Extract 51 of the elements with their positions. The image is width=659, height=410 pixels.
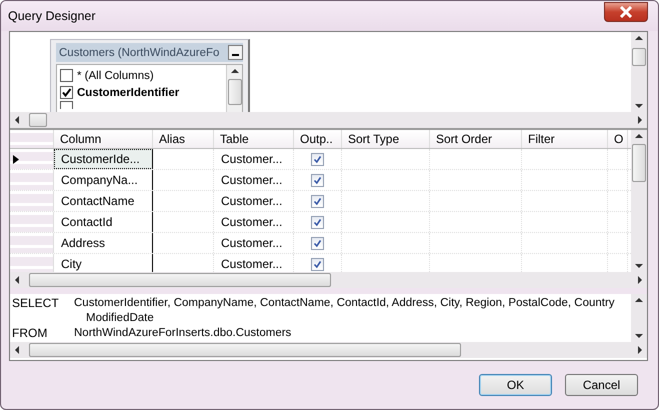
column-header[interactable]: Column	[54, 130, 153, 148]
column-checkbox[interactable]	[60, 69, 73, 82]
ok-button[interactable]: OK	[479, 374, 552, 396]
table-cell[interactable]: ContactName	[54, 191, 153, 211]
output-checkbox[interactable]	[311, 174, 324, 186]
horizontal-scrollbar[interactable]	[10, 342, 647, 358]
table-cell[interactable]: Customer...	[214, 233, 294, 253]
table-panel[interactable]: Customers (NorthWindAzureFo * (All Columns) CustomerIdentifier	[50, 39, 250, 112]
column-name: CustomerIdentifier	[77, 86, 180, 98]
output-checkbox[interactable]	[311, 236, 324, 250]
window-title: Query Designer	[8, 9, 96, 23]
column-header[interactable]: Alias	[153, 130, 214, 148]
column-name: * (All Columns)	[77, 70, 154, 82]
column-checkbox[interactable]	[60, 86, 73, 99]
table-cell[interactable]: Customer...	[214, 170, 294, 190]
table-cell[interactable]: Customer...	[214, 149, 294, 169]
table-title: Customers (NorthWindAzureFo	[59, 46, 220, 58]
table-cell[interactable]: Customer...	[214, 191, 294, 211]
horizontal-scrollbar[interactable]	[10, 272, 647, 288]
horizontal-scrollbar[interactable]	[10, 112, 647, 128]
vertical-scrollbar[interactable]	[226, 65, 242, 112]
output-checkbox[interactable]	[311, 258, 324, 270]
row-header[interactable]	[10, 149, 54, 169]
current-row-icon	[13, 154, 19, 164]
column-header[interactable]: Sort Order	[430, 130, 522, 148]
sql-text: ModifiedDate	[85, 311, 155, 326]
column-header[interactable]: Sort Type	[342, 130, 430, 148]
sql-text: NorthWindAzureForInserts.dbo.Customers	[74, 326, 292, 341]
column-header[interactable]: Table	[214, 130, 294, 148]
column-header[interactable]: Filter	[522, 130, 608, 148]
sql-keyword: SELECT	[12, 296, 60, 312]
output-checkbox[interactable]	[311, 216, 324, 228]
vertical-scrollbar[interactable]	[631, 294, 647, 342]
grid-corner	[10, 130, 54, 148]
sql-text: CustomerIdentifier, CompanyName, ContactName, ContactId, Address, City, Region, PostalCode, Country	[74, 296, 615, 311]
output-checkbox[interactable]	[311, 152, 324, 166]
vertical-scrollbar[interactable]	[631, 32, 647, 112]
table-cell[interactable]: CustomerIde...	[54, 149, 153, 169]
close-icon	[619, 6, 633, 18]
minimize-button[interactable]	[228, 45, 243, 60]
vertical-scrollbar[interactable]	[631, 130, 647, 272]
column-header[interactable]: O	[608, 130, 628, 148]
close-button[interactable]	[604, 2, 648, 22]
table-cell[interactable]: CompanyNa...	[54, 170, 153, 190]
table-cell[interactable]: ContactId	[54, 212, 153, 232]
table-cell[interactable]: Address	[54, 233, 153, 253]
table-cell[interactable]: Customer...	[214, 212, 294, 232]
output-checkbox[interactable]	[311, 194, 324, 208]
column-header[interactable]: Outp..	[294, 130, 342, 148]
cancel-button[interactable]: Cancel	[565, 374, 638, 396]
sql-keyword: FROM	[12, 326, 48, 341]
